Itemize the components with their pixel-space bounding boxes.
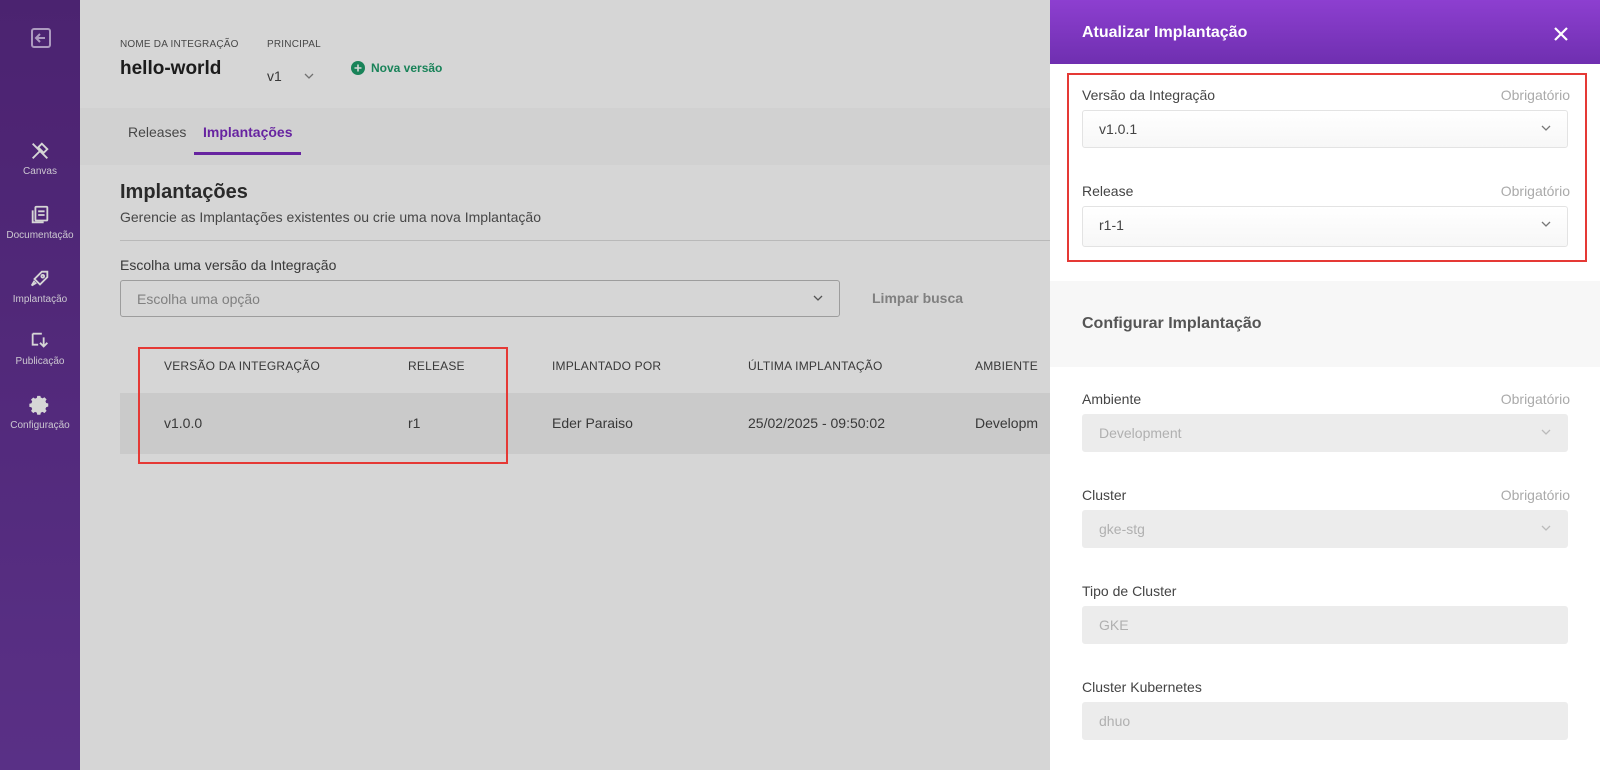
kubernetes-cluster-label: Cluster Kubernetes [1082,679,1202,695]
kubernetes-cluster-value: dhuo [1099,713,1131,729]
modal-backdrop[interactable] [0,0,1050,770]
chevron-down-icon [1541,429,1551,435]
cluster-type-value: GKE [1099,617,1129,633]
cluster-field-label: Cluster [1082,487,1127,503]
version-select[interactable]: v1.0.1 [1082,110,1568,148]
chevron-down-icon [1541,221,1551,227]
chevron-down-icon [1541,525,1551,531]
kubernetes-cluster-field: dhuo [1082,702,1568,740]
cluster-type-field: GKE [1082,606,1568,644]
release-select-value: r1-1 [1099,217,1124,233]
environment-select-value: Development [1099,425,1182,441]
environment-select: Development [1082,414,1568,452]
release-select[interactable]: r1-1 [1082,206,1568,247]
required-tag: Obrigatório [1500,391,1570,407]
section-title: Configurar Implantação [1082,315,1262,332]
cluster-select-value: gke-stg [1099,521,1145,537]
update-deployment-panel: Atualizar Implantação Versão da Integraç… [1050,0,1600,770]
cluster-select: gke-stg [1082,510,1568,548]
required-tag: Obrigatório [1500,87,1570,103]
version-field-label: Versão da Integração [1082,87,1216,103]
version-select-value: v1.0.1 [1099,121,1138,137]
required-tag: Obrigatório [1500,183,1570,199]
release-field-label: Release [1082,183,1134,199]
panel-header: Atualizar Implantação [1050,0,1600,64]
close-icon[interactable] [1552,25,1570,43]
cluster-type-label: Tipo de Cluster [1082,583,1177,599]
environment-field-label: Ambiente [1082,391,1142,407]
chevron-down-icon [1541,125,1551,131]
panel-title: Atualizar Implantação [1082,24,1248,41]
configure-section-header: Configurar Implantação [1050,281,1600,367]
required-tag: Obrigatório [1500,487,1570,503]
